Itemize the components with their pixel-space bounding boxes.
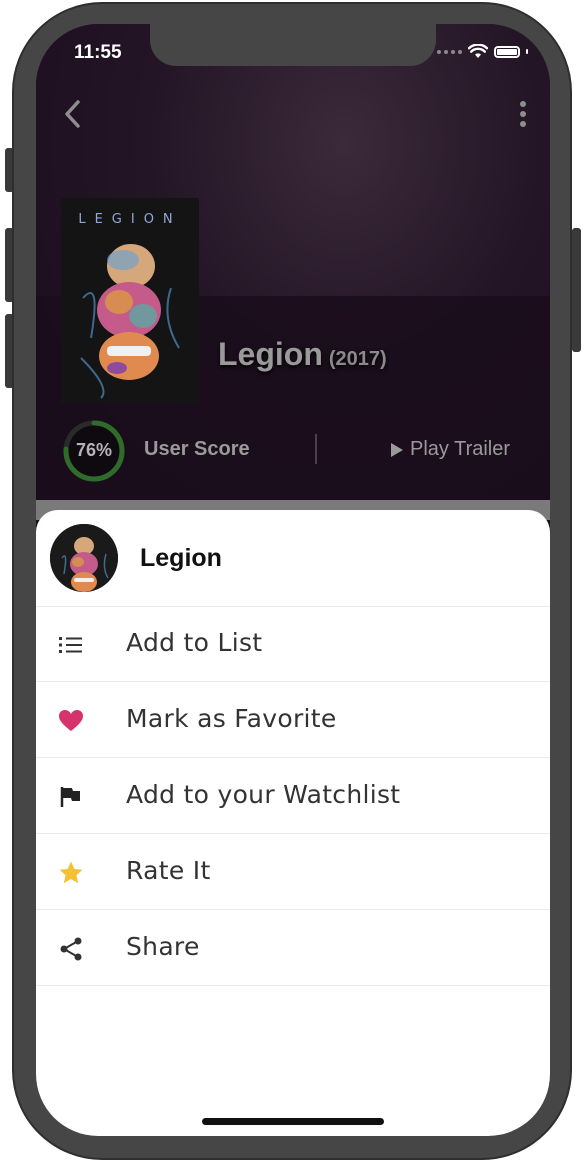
wifi-icon bbox=[468, 44, 488, 58]
screen: 11:55 LEGION Legion (2017) 76% User Scor… bbox=[36, 24, 550, 1136]
sheet-header: Legion bbox=[36, 510, 550, 607]
power-button bbox=[572, 228, 581, 352]
poster-art bbox=[80, 244, 180, 399]
show-year: (2017) bbox=[328, 348, 387, 370]
flag-icon bbox=[60, 787, 80, 807]
battery-tip bbox=[526, 49, 528, 54]
menu-item-rate-it[interactable]: Rate It bbox=[36, 834, 550, 910]
status-icons bbox=[437, 44, 528, 59]
menu-label: Add to List bbox=[126, 628, 263, 657]
heart-icon bbox=[59, 710, 83, 731]
menu-label: Rate It bbox=[126, 856, 211, 885]
menu-item-share[interactable]: Share bbox=[36, 910, 550, 986]
star-icon bbox=[59, 861, 83, 884]
play-icon bbox=[391, 442, 403, 457]
list-icon bbox=[59, 637, 82, 653]
more-vertical-icon[interactable] bbox=[518, 100, 528, 128]
poster-image[interactable]: LEGION bbox=[61, 198, 199, 403]
status-time: 11:55 bbox=[74, 42, 122, 63]
sheet-title: Legion bbox=[140, 544, 222, 572]
play-trailer-button[interactable]: Play Trailer bbox=[390, 438, 510, 461]
notch bbox=[150, 24, 436, 66]
header-divider bbox=[315, 434, 317, 464]
play-trailer-label: Play Trailer bbox=[410, 438, 511, 460]
show-title-text: Legion bbox=[218, 336, 323, 372]
menu-item-add-watchlist[interactable]: Add to your Watchlist bbox=[36, 758, 550, 834]
menu-item-add-to-list[interactable]: Add to List bbox=[36, 606, 550, 682]
action-sheet: Legion Add to List Mark as Favorite Add … bbox=[36, 510, 550, 1136]
share-icon bbox=[60, 937, 82, 961]
menu-item-mark-favorite[interactable]: Mark as Favorite bbox=[36, 682, 550, 758]
back-chevron-icon[interactable] bbox=[60, 98, 84, 130]
signal-icon bbox=[437, 49, 462, 54]
user-score-percent: 76% bbox=[75, 440, 113, 460]
home-indicator[interactable] bbox=[202, 1118, 384, 1125]
menu-label: Add to your Watchlist bbox=[126, 780, 401, 809]
menu-label: Share bbox=[126, 932, 200, 961]
user-score-label: User Score bbox=[144, 438, 250, 460]
sheet-avatar bbox=[50, 524, 118, 592]
show-title: Legion (2017) bbox=[218, 336, 387, 373]
battery-icon bbox=[494, 45, 520, 58]
menu-label: Mark as Favorite bbox=[126, 704, 337, 733]
